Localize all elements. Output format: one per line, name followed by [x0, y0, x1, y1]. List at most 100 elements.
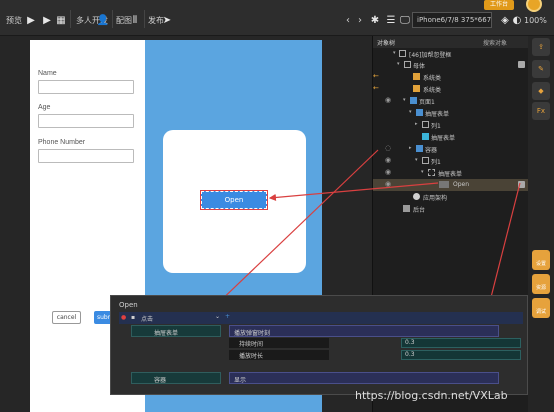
tree-label: 抽屉表单	[431, 135, 456, 142]
play-step-icon[interactable]: ▶	[40, 13, 54, 27]
tree-label: 列1	[431, 123, 441, 130]
tree-row[interactable]: ◌ ▸ 容器	[373, 143, 529, 155]
forward-arrow-icon[interactable]: ›	[354, 13, 366, 27]
caret-icon[interactable]: ▾	[397, 61, 400, 67]
avatar[interactable]	[526, 0, 542, 12]
cancel-button[interactable]: cancel	[52, 311, 81, 324]
lightning-icon: ▪	[131, 314, 136, 321]
interaction-dialog: Open ● ▪ 点击 ⌄ + 抽屉表单 播放弹窗时刻 持续时间 0.3 播放时…	[110, 295, 528, 395]
dock-debug-button[interactable]: 调试	[532, 298, 550, 318]
tree-row[interactable]: 抽屉表单	[373, 131, 529, 143]
app-window: 预览 ▶ ▶ ▦ 多人开发 👤 配图 ⫴ 发布 ➤ ‹ › ✱ ☰ 🖵 iPho…	[0, 0, 554, 412]
param1-label-box: 持续时间	[229, 338, 329, 348]
tree-label: 系统类	[423, 75, 442, 82]
watermark: https://blog.csdn.net/VXLab	[355, 389, 508, 402]
tree-label: 页面1	[419, 99, 435, 106]
caret-icon[interactable]: ▾	[421, 169, 424, 175]
param2-label-box: 播放时长	[229, 350, 329, 360]
eye-icon[interactable]: ◉	[385, 96, 391, 104]
zoom-label[interactable]: 100%	[524, 16, 547, 25]
comment-icon[interactable]: ✎	[532, 60, 550, 78]
upload-icon[interactable]: ⇪	[532, 38, 550, 56]
system-icon	[413, 73, 420, 80]
monitor-icon[interactable]: 🖵	[398, 13, 412, 27]
arrow-left-icon: ←	[373, 72, 379, 80]
tree-row-selected[interactable]: ◉ Open	[373, 179, 529, 191]
caret-icon[interactable]: ▸	[409, 145, 412, 151]
tree-row[interactable]: 后台	[373, 203, 529, 215]
action1-effect[interactable]: 播放弹窗时刻	[229, 325, 499, 337]
toolbar-divider	[112, 10, 113, 28]
backend-icon	[403, 205, 410, 212]
tree-label: 抽屉表单	[425, 111, 450, 118]
gear-icon	[413, 193, 420, 200]
settings-icon[interactable]: ✱	[368, 13, 382, 27]
caret-icon[interactable]: ▾	[415, 157, 418, 163]
event-row[interactable]: ● ▪ 点击 ⌄ +	[119, 312, 523, 324]
tree-row[interactable]: ▾ 母体	[373, 59, 529, 71]
dock-settings-button[interactable]: 设置	[532, 250, 550, 270]
name-field[interactable]	[38, 80, 134, 94]
chat-icon[interactable]: ◆	[532, 82, 550, 100]
button-icon	[439, 181, 449, 188]
layout-icon[interactable]: ⫴	[128, 13, 142, 27]
grid-icon[interactable]: ▦	[54, 13, 68, 27]
right-dock: ⇪ ✎ ◆ Fx 设置 资源 调试	[528, 36, 554, 412]
tree-row[interactable]: ← 系统类	[373, 83, 529, 95]
eye-icon[interactable]: ◉	[385, 168, 391, 176]
users-icon[interactable]: 👤	[96, 13, 110, 27]
object-panel-title: 对象树	[377, 40, 396, 47]
param2-value-field[interactable]: 0.3	[401, 350, 521, 360]
form-icon	[428, 169, 435, 176]
object-search-input[interactable]: 搜索对象	[483, 38, 507, 47]
tree-row[interactable]: ▸ 列1	[373, 119, 529, 131]
zoom-icon[interactable]: ◐	[510, 13, 524, 27]
caret-icon[interactable]: ▾	[393, 50, 396, 56]
tree-label: 抽屉表单	[438, 171, 463, 178]
action2-effect[interactable]: 显示	[229, 372, 499, 384]
layers-icon[interactable]: ☰	[384, 13, 398, 27]
tree-row[interactable]: ▾ 抽屉表单	[373, 107, 529, 119]
eye-icon[interactable]: ◉	[385, 180, 391, 188]
tree-row[interactable]: ◉ ▾ 列1	[373, 155, 529, 167]
action1-target-label: 抽屉表单	[154, 330, 179, 337]
eye-icon[interactable]: ◉	[385, 156, 391, 164]
toolbar-divider	[70, 10, 71, 28]
dock-resource-button[interactable]: 资源	[532, 274, 550, 294]
delete-icon[interactable]: ●	[121, 314, 126, 321]
add-icon[interactable]: +	[225, 313, 230, 320]
caret-icon[interactable]: ▸	[415, 121, 418, 127]
param1-value-field[interactable]: 0.3	[401, 338, 521, 348]
action2-target-label: 容器	[154, 377, 167, 384]
tree-label: 列1	[431, 159, 441, 166]
dropdown-icon[interactable]: ⌄	[215, 313, 220, 320]
tree-row[interactable]: ◉ ▾ 抽屉表单	[373, 167, 529, 179]
object-panel-header: 对象树 搜索对象	[373, 36, 529, 48]
system-icon	[413, 85, 420, 92]
tree-row[interactable]: ◉ ▾ 页面1	[373, 95, 529, 107]
send-icon[interactable]: ➤	[160, 13, 174, 27]
eye-off-icon[interactable]: ◌	[385, 144, 391, 152]
tag-icon	[518, 181, 525, 188]
param1-label: 持续时间	[239, 341, 264, 348]
folder-icon	[416, 109, 423, 116]
play-icon[interactable]: ▶	[24, 13, 38, 27]
phone-icon	[404, 61, 411, 68]
window-icon	[399, 50, 406, 57]
age-field[interactable]	[38, 114, 134, 128]
column-icon	[422, 121, 429, 128]
action2-target[interactable]: 容器	[131, 372, 221, 384]
tree-row[interactable]: ← 系统类	[373, 71, 529, 83]
action2-effect-label: 显示	[234, 377, 247, 384]
fx-icon[interactable]: Fx	[532, 102, 550, 120]
device-select[interactable]: iPhone6/7/8 375*667	[412, 12, 492, 28]
tree-row[interactable]: 应用架构	[373, 191, 529, 203]
workbench-button[interactable]: 工作台	[484, 0, 514, 10]
tree-label: 应用架构	[423, 195, 448, 202]
caret-icon[interactable]: ▾	[409, 109, 412, 115]
action1-target[interactable]: 抽屉表单	[131, 325, 221, 337]
caret-icon[interactable]: ▾	[403, 97, 406, 103]
open-button[interactable]: Open	[200, 190, 268, 210]
phone-field[interactable]	[38, 149, 134, 163]
back-arrow-icon[interactable]: ‹	[342, 13, 354, 27]
